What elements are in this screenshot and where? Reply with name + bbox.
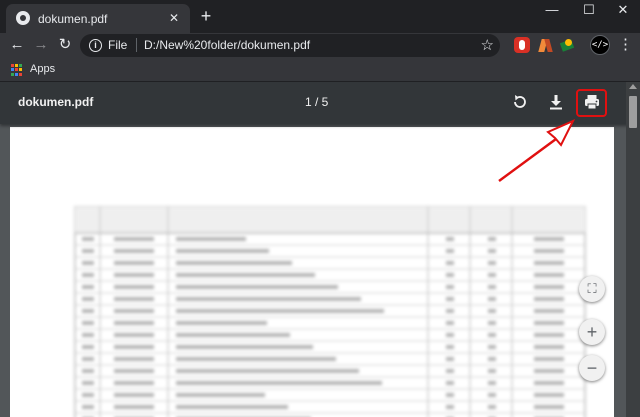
browser-window: dokumen.pdf ✕ + — ☐ ✕ ← → ↻ i File D:/Ne…	[0, 0, 640, 417]
annotation-arrow-icon	[498, 118, 576, 183]
